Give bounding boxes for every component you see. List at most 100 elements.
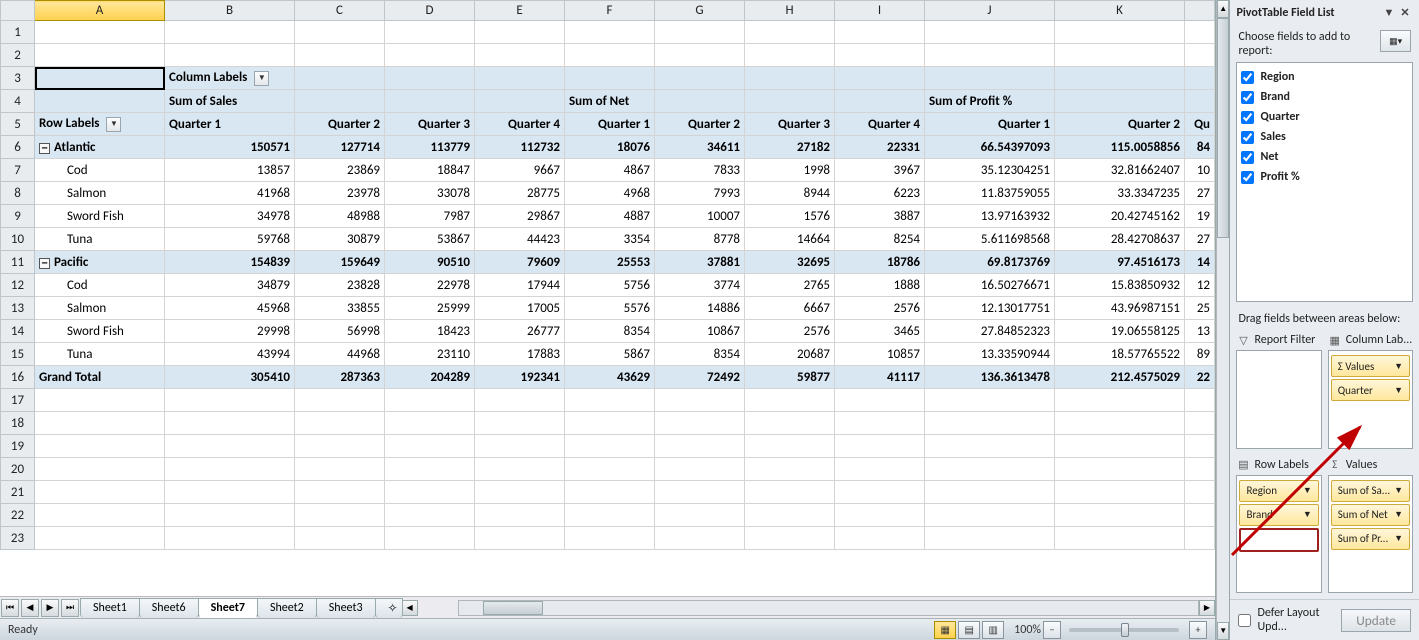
column-labels-dropdown[interactable]: ▼: [254, 71, 269, 86]
value-pill-0[interactable]: Sum of Sa...▼: [1331, 480, 1410, 502]
row-header-1[interactable]: 1: [1, 21, 35, 44]
view-normal[interactable]: ▦: [934, 621, 956, 639]
vscroll-down[interactable]: ▼: [1217, 622, 1229, 640]
column-header-F[interactable]: F: [565, 1, 655, 21]
view-page-break[interactable]: ▥: [982, 621, 1004, 639]
brand-cod[interactable]: Cod: [35, 159, 165, 182]
tab-nav-prev[interactable]: ◀: [21, 599, 39, 617]
view-page-layout[interactable]: ▤: [958, 621, 980, 639]
sheet-tab-sheet3[interactable]: Sheet3: [316, 598, 376, 618]
zoom-slider[interactable]: [1069, 628, 1179, 632]
row-header-16[interactable]: 16: [1, 366, 35, 389]
row-header-2[interactable]: 2: [1, 44, 35, 67]
report-filter-box[interactable]: [1236, 350, 1321, 449]
hscroll-thumb[interactable]: [483, 601, 543, 615]
pane-layout-button[interactable]: ▦▾: [1380, 30, 1411, 52]
field-list[interactable]: RegionBrandQuarterSalesNetProfit %: [1236, 62, 1413, 302]
field-item-profit-[interactable]: Profit %: [1241, 167, 1408, 187]
region-pacific[interactable]: −Pacific: [35, 251, 165, 274]
row-pill-drop-target[interactable]: [1239, 528, 1318, 552]
tab-nav-next[interactable]: ▶: [41, 599, 59, 617]
collapse-icon[interactable]: −: [39, 258, 50, 269]
hscroll-track[interactable]: [458, 600, 1199, 616]
hscroll-left[interactable]: ◀: [402, 600, 418, 616]
row-header-12[interactable]: 12: [1, 274, 35, 297]
column-header-G[interactable]: G: [655, 1, 745, 21]
column-header-J[interactable]: J: [925, 1, 1055, 21]
vscroll-up[interactable]: ▲: [1217, 0, 1229, 18]
row-header-20[interactable]: 20: [1, 458, 35, 481]
row-header-19[interactable]: 19: [1, 435, 35, 458]
sheet-tab-sheet7[interactable]: Sheet7: [198, 598, 258, 618]
active-cell[interactable]: [35, 67, 165, 90]
vertical-scrollbar[interactable]: ▲ ▼: [1216, 0, 1229, 640]
row-header-7[interactable]: 7: [1, 159, 35, 182]
field-checkbox[interactable]: [1241, 71, 1254, 84]
field-checkbox[interactable]: [1241, 171, 1254, 184]
row-header-15[interactable]: 15: [1, 343, 35, 366]
row-header-10[interactable]: 10: [1, 228, 35, 251]
tab-nav-first[interactable]: ⏮: [1, 599, 19, 617]
defer-layout-checkbox[interactable]: [1238, 614, 1251, 627]
column-header-E[interactable]: E: [475, 1, 565, 21]
brand-sword-fish[interactable]: Sword Fish: [35, 205, 165, 228]
brand-cod[interactable]: Cod: [35, 274, 165, 297]
pane-close-icon[interactable]: ✕: [1397, 5, 1413, 21]
row-header-14[interactable]: 14: [1, 320, 35, 343]
column-header-D[interactable]: D: [385, 1, 475, 21]
row-header-4[interactable]: 4: [1, 90, 35, 113]
row-header-3[interactable]: 3: [1, 67, 35, 90]
column-header-edge[interactable]: [1185, 1, 1215, 21]
field-item-quarter[interactable]: Quarter: [1241, 107, 1408, 127]
row-header-13[interactable]: 13: [1, 297, 35, 320]
tab-nav-last[interactable]: ⏭: [61, 599, 79, 617]
field-item-net[interactable]: Net: [1241, 147, 1408, 167]
row-header-21[interactable]: 21: [1, 481, 35, 504]
sheet-tab-sheet1[interactable]: Sheet1: [80, 598, 140, 618]
field-item-region[interactable]: Region: [1241, 67, 1408, 87]
row-header-18[interactable]: 18: [1, 412, 35, 435]
column-header-I[interactable]: I: [835, 1, 925, 21]
row-header-6[interactable]: 6: [1, 136, 35, 159]
field-checkbox[interactable]: [1241, 91, 1254, 104]
column-labels-header[interactable]: Column Labels ▼: [165, 67, 295, 90]
column-pill-0[interactable]: Σ Values▼: [1331, 355, 1410, 377]
row-header-8[interactable]: 8: [1, 182, 35, 205]
update-button[interactable]: Update: [1341, 609, 1411, 632]
column-pill-1[interactable]: Quarter▼: [1331, 379, 1410, 401]
column-labels-box[interactable]: Σ Values▼Quarter▼: [1328, 350, 1413, 449]
pane-dropdown-icon[interactable]: ▼: [1381, 5, 1397, 21]
field-checkbox[interactable]: [1241, 131, 1254, 144]
field-item-sales[interactable]: Sales: [1241, 127, 1408, 147]
row-pill-0[interactable]: Region▼: [1239, 480, 1318, 502]
hscroll-right[interactable]: ▶: [1199, 600, 1215, 616]
field-checkbox[interactable]: [1241, 111, 1254, 124]
row-header-17[interactable]: 17: [1, 389, 35, 412]
grand-total-label[interactable]: Grand Total: [35, 366, 165, 389]
spreadsheet-grid[interactable]: ABCDEFGHIJK 123Column Labels ▼4Sum of Sa…: [0, 0, 1215, 550]
brand-tuna[interactable]: Tuna: [35, 343, 165, 366]
column-header-A[interactable]: A: [35, 1, 165, 21]
sheet-tab-sheet2[interactable]: Sheet2: [257, 598, 317, 618]
value-pill-2[interactable]: Sum of Pr...▼: [1331, 528, 1410, 550]
region-atlantic[interactable]: −Atlantic: [35, 136, 165, 159]
column-header-K[interactable]: K: [1055, 1, 1185, 21]
values-box[interactable]: Sum of Sa...▼Sum of Net▼Sum of Pr...▼: [1328, 475, 1413, 594]
zoom-out[interactable]: −: [1043, 621, 1061, 639]
brand-salmon[interactable]: Salmon: [35, 182, 165, 205]
row-labels-dropdown[interactable]: ▼: [106, 117, 121, 132]
new-sheet-tab[interactable]: ✧: [375, 598, 403, 618]
field-checkbox[interactable]: [1241, 151, 1254, 164]
row-header-9[interactable]: 9: [1, 205, 35, 228]
brand-tuna[interactable]: Tuna: [35, 228, 165, 251]
row-pill-1[interactable]: Brand▼: [1239, 504, 1318, 526]
value-pill-1[interactable]: Sum of Net▼: [1331, 504, 1410, 526]
column-header-B[interactable]: B: [165, 1, 295, 21]
row-labels-box[interactable]: Region▼Brand▼: [1236, 475, 1321, 594]
field-item-brand[interactable]: Brand: [1241, 87, 1408, 107]
row-header-11[interactable]: 11: [1, 251, 35, 274]
brand-salmon[interactable]: Salmon: [35, 297, 165, 320]
row-labels-header[interactable]: Row Labels ▼: [35, 113, 165, 136]
select-all-corner[interactable]: [1, 1, 35, 21]
column-header-C[interactable]: C: [295, 1, 385, 21]
